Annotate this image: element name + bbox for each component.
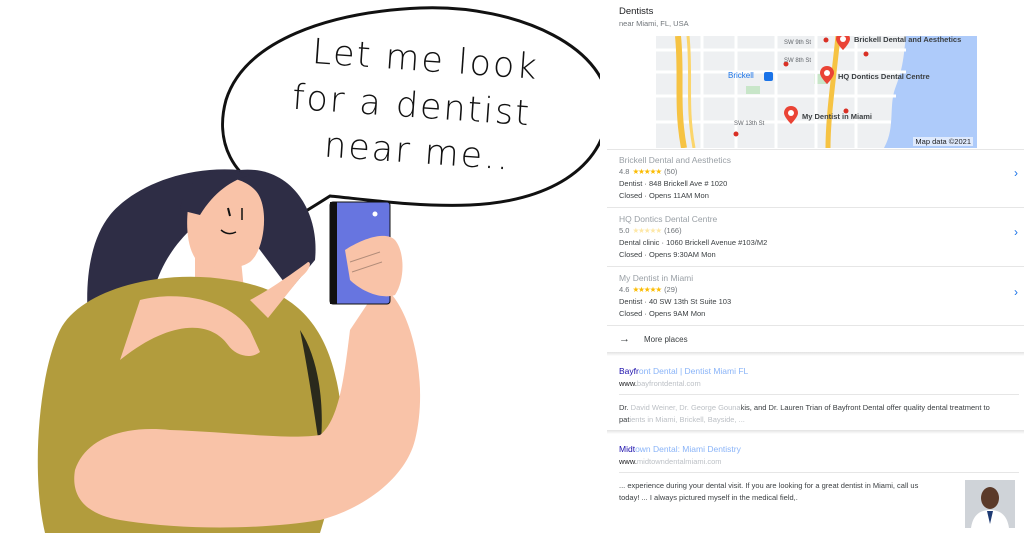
rating-value: 5.0 xyxy=(619,226,630,235)
url-part: www. xyxy=(619,457,637,466)
result-url: www.bayfrontdental.com xyxy=(619,379,1014,388)
review-count: (166) xyxy=(664,226,682,235)
star-rating-icon: ★★★★★ xyxy=(632,226,662,235)
review-count: (29) xyxy=(664,285,678,294)
place-name[interactable]: HQ Dontics Dental Centre xyxy=(619,214,1019,224)
chevron-right-icon[interactable]: › xyxy=(1014,166,1018,180)
place-name[interactable]: My Dentist in Miami xyxy=(619,273,1019,283)
local-pack-subtitle: near Miami, FL, USA xyxy=(619,19,689,28)
transit-icon xyxy=(764,72,773,81)
rating: 4.8 ★★★★★ (50) xyxy=(619,167,1019,176)
url-part: midtowndentalmiami.com xyxy=(636,457,722,466)
review-count: (50) xyxy=(664,167,678,176)
snippet-part: Dr. xyxy=(619,403,631,412)
search-result: Midtown Dental: Miami Dentistry www.midt… xyxy=(619,444,1014,466)
rating-value: 4.8 xyxy=(619,167,630,176)
chevron-right-icon[interactable]: › xyxy=(1014,225,1018,239)
divider xyxy=(607,149,1024,150)
map-label-street-3: SW 13th St xyxy=(734,121,765,127)
map-pin-label-3: My Dentist in Miami xyxy=(802,112,873,121)
rating-value: 4.6 xyxy=(619,285,630,294)
snippet-line: ... experience during your dental visit.… xyxy=(619,481,919,490)
local-pack-title: Dentists xyxy=(619,6,654,17)
map-tiles xyxy=(656,36,977,148)
title-part: Bayfr xyxy=(619,366,639,376)
map-pin-icon[interactable] xyxy=(784,106,798,124)
rating: 5.0 ★★★★★ (166) xyxy=(619,226,1019,235)
place-item[interactable]: HQ Dontics Dental Centre 5.0 ★★★★★ (166)… xyxy=(619,214,1019,259)
map-label-area: Brickell xyxy=(728,71,754,80)
chevron-right-icon[interactable]: › xyxy=(1014,285,1018,299)
place-hours: Closed · Opens 9:30AM Mon xyxy=(619,250,716,259)
result-url: www.midtowndentalmiami.com xyxy=(619,457,1014,466)
search-result: Bayfront Dental | Dentist Miami FL www.b… xyxy=(619,366,1014,388)
divider xyxy=(607,207,1024,208)
result-title[interactable]: Midtown Dental: Miami Dentistry xyxy=(619,444,1014,454)
map-label-street-1: SW 9th St xyxy=(784,40,812,46)
section-shadow xyxy=(607,352,1024,356)
more-places-label: More places xyxy=(644,334,688,344)
divider xyxy=(607,325,1024,326)
star-rating-icon: ★★★★★ xyxy=(632,285,662,294)
place-item[interactable]: Brickell Dental and Aesthetics 4.8 ★★★★★… xyxy=(619,155,1019,200)
result-snippet: Dr. David Weiner, Dr. George Gounakis, a… xyxy=(619,402,1014,426)
arrow-right-icon: → xyxy=(619,333,630,345)
divider xyxy=(607,266,1024,267)
section-shadow xyxy=(607,430,1024,434)
url-part: bayfrontdental.com xyxy=(636,379,701,388)
search-results-panel: Dentists near Miami, FL, USA SW 9th St S… xyxy=(607,0,1024,533)
place-hours: Closed · Opens 11AM Mon xyxy=(619,191,709,200)
map-pin-icon[interactable] xyxy=(836,36,850,50)
title-part: Midt xyxy=(619,444,636,454)
snippet-part: David Weiner, Dr. George Gouna xyxy=(630,403,741,412)
star-rating-icon: ★★★★★ xyxy=(632,167,662,176)
snippet-line: today! ... I always pictured myself in t… xyxy=(619,493,798,502)
illustration: Let me look for a dentist near me.. xyxy=(0,0,610,533)
place-name[interactable]: Brickell Dental and Aesthetics xyxy=(619,155,1019,165)
map-pin-label-1: Brickell Dental and Aesthetics xyxy=(854,36,962,44)
more-places-button[interactable]: → More places xyxy=(619,333,688,345)
title-part: ont Dental | Dentist Miami FL xyxy=(638,366,749,376)
snippet-part: pat xyxy=(619,415,630,424)
title-part: own Dental: Miami Dentistry xyxy=(635,444,741,454)
map-label-street-2: SW 8th St xyxy=(784,58,812,64)
result-thumbnail[interactable] xyxy=(965,480,1015,528)
map-copyright: Map data ©2021 xyxy=(913,137,973,146)
place-details: Dentist · 40 SW 13th St Suite 103 xyxy=(619,297,732,306)
map-pin-icon[interactable] xyxy=(820,66,834,84)
place-item[interactable]: My Dentist in Miami 4.6 ★★★★★ (29) Denti… xyxy=(619,273,1019,318)
place-details: Dentist · 848 Brickell Ave # 1020 xyxy=(619,179,728,188)
place-details: Dental clinic · 1060 Brickell Avenue #10… xyxy=(619,238,768,247)
map-pin-label-2: HQ Dontics Dental Centre xyxy=(838,72,930,81)
snippet-part: ients in Miami, Brickell, Bayside, ... xyxy=(629,415,745,424)
divider xyxy=(619,394,1019,395)
result-title[interactable]: Bayfront Dental | Dentist Miami FL xyxy=(619,366,1014,376)
place-hours: Closed · Opens 9AM Mon xyxy=(619,309,706,318)
map[interactable]: SW 9th St SW 8th St SW 13th St Brickell … xyxy=(656,36,977,148)
divider xyxy=(619,472,1019,473)
snippet-part: kis, and Dr. Lauren Trian of Bayfront De… xyxy=(740,403,990,412)
rating: 4.6 ★★★★★ (29) xyxy=(619,285,1019,294)
person-photo-icon xyxy=(965,480,1015,528)
result-snippet: ... experience during your dental visit.… xyxy=(619,480,959,504)
local-pack-header: Dentists near Miami, FL, USA xyxy=(619,6,689,28)
url-part: www. xyxy=(619,379,637,388)
